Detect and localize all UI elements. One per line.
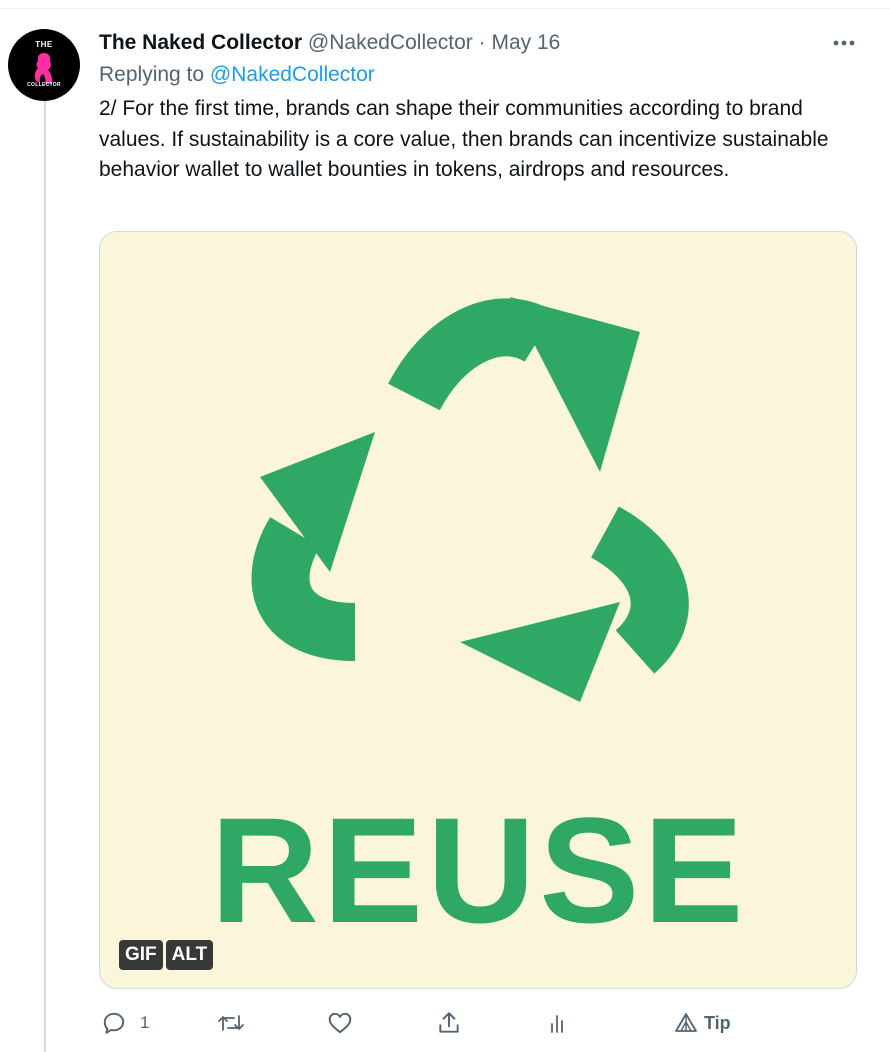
share-icon: [439, 1012, 459, 1033]
reply-button[interactable]: 1: [101, 1005, 149, 1041]
tweet-action-bar: 1 Tip: [99, 1005, 859, 1041]
retweet-icon: [218, 1015, 244, 1031]
media-badges: GIF ALT: [119, 940, 214, 970]
recycle-symbol-image: REUSE: [211, 297, 748, 954]
replying-to-handle-link[interactable]: @NakedCollector: [210, 63, 375, 86]
replying-to: Replying to @NakedCollector: [99, 62, 375, 88]
tip-label: Tip: [704, 1012, 731, 1033]
alt-badge[interactable]: ALT: [165, 940, 214, 970]
header-separator: ·: [478, 31, 486, 54]
thread-connector-line: [44, 101, 46, 1052]
tweet-media-gif[interactable]: REUSE: [99, 231, 857, 989]
recycle-arrowhead: [510, 297, 640, 472]
heart-icon: [328, 1012, 352, 1034]
avatar-logo-bottom-text: COLLECTOR: [27, 82, 61, 88]
reply-count: 1: [140, 1013, 150, 1032]
avatar-figure-icon: [34, 53, 53, 84]
top-divider: [0, 8, 890, 9]
analytics-icon: [551, 1015, 563, 1033]
author-name[interactable]: The Naked Collector: [99, 31, 302, 54]
recycle-arrowhead: [460, 602, 620, 702]
reply-icon: [103, 1012, 125, 1034]
tip-button[interactable]: Tip: [674, 1005, 731, 1041]
avatar[interactable]: THE COLLECTOR: [8, 29, 80, 101]
gif-badge: GIF: [119, 940, 163, 970]
author-handle[interactable]: @NakedCollector: [308, 31, 473, 54]
tweet-header: The Naked Collector @NakedCollector · Ma…: [99, 30, 560, 56]
tip-icon: [675, 1013, 697, 1032]
avatar-logo-top-text: THE: [35, 40, 53, 49]
like-button[interactable]: [327, 1005, 353, 1041]
tweet-text: 2/ For the first time, brands can shape …: [99, 97, 829, 181]
retweet-button[interactable]: [217, 1005, 245, 1041]
analytics-button[interactable]: [546, 1005, 570, 1041]
share-button[interactable]: [436, 1005, 462, 1041]
replying-to-label: Replying to: [99, 63, 205, 86]
media-image-caption: REUSE: [211, 786, 748, 954]
more-horizontal-icon[interactable]: [826, 30, 862, 56]
tweet-date[interactable]: May 16: [491, 31, 560, 54]
